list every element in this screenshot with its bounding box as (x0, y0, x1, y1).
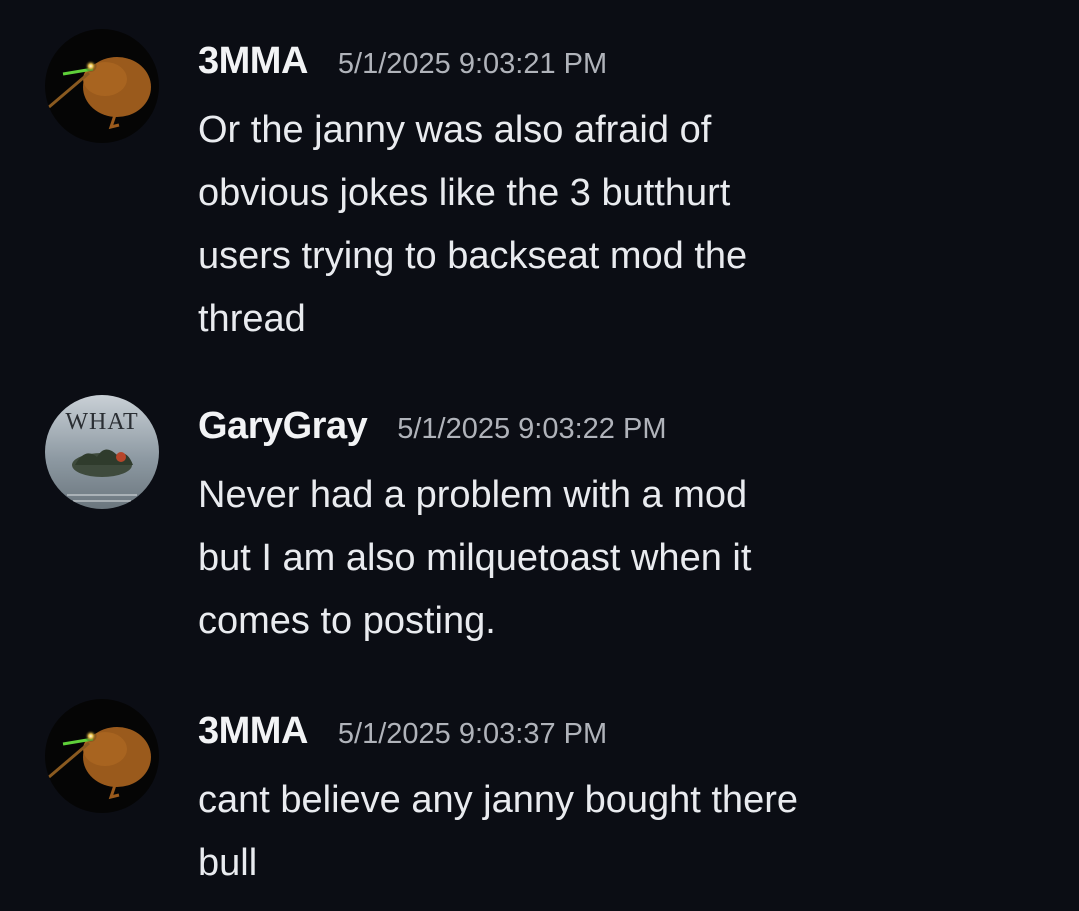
kiwi-bird-avatar-icon (45, 29, 159, 143)
timestamp: 5/1/2025 9:03:37 PM (337, 718, 608, 750)
avatar-text: WHAT (65, 409, 138, 435)
timestamp: 5/1/2025 9:03:22 PM (397, 413, 667, 445)
message-line: but I am also milquetoast when it (198, 537, 752, 579)
message-line: Or the janny was also afraid of (198, 109, 712, 151)
message-line: thread (198, 298, 306, 340)
message-line: cant believe any janny bought there (198, 779, 798, 821)
timestamp: 5/1/2025 9:03:21 PM (337, 48, 608, 80)
avatar[interactable] (45, 699, 159, 813)
avatar[interactable] (45, 29, 159, 143)
message-header: 3MMA 5/1/2025 9:03:37 PM (198, 710, 607, 753)
what-album-cover-avatar-icon: WHAT (45, 395, 159, 509)
message-text: cant believe any janny bought there bull (198, 769, 958, 895)
message-header: GaryGray 5/1/2025 9:03:22 PM (198, 405, 667, 448)
message-line: bull (198, 842, 258, 884)
message-text: Never had a problem with a mod but I am … (198, 464, 958, 653)
message-line: comes to posting. (198, 600, 496, 642)
message-line: Never had a problem with a mod (198, 474, 748, 516)
username[interactable]: 3MMA (198, 710, 308, 752)
username[interactable]: 3MMA (198, 40, 308, 82)
avatar[interactable]: WHAT (45, 395, 159, 509)
kiwi-bird-avatar-icon (45, 699, 159, 813)
message-header: 3MMA 5/1/2025 9:03:21 PM (198, 40, 607, 83)
message-line: users trying to backseat mod the (198, 235, 748, 277)
message-text: Or the janny was also afraid of obvious … (198, 99, 958, 351)
username[interactable]: GaryGray (198, 405, 368, 447)
message-line: obvious jokes like the 3 butthurt (198, 172, 731, 214)
